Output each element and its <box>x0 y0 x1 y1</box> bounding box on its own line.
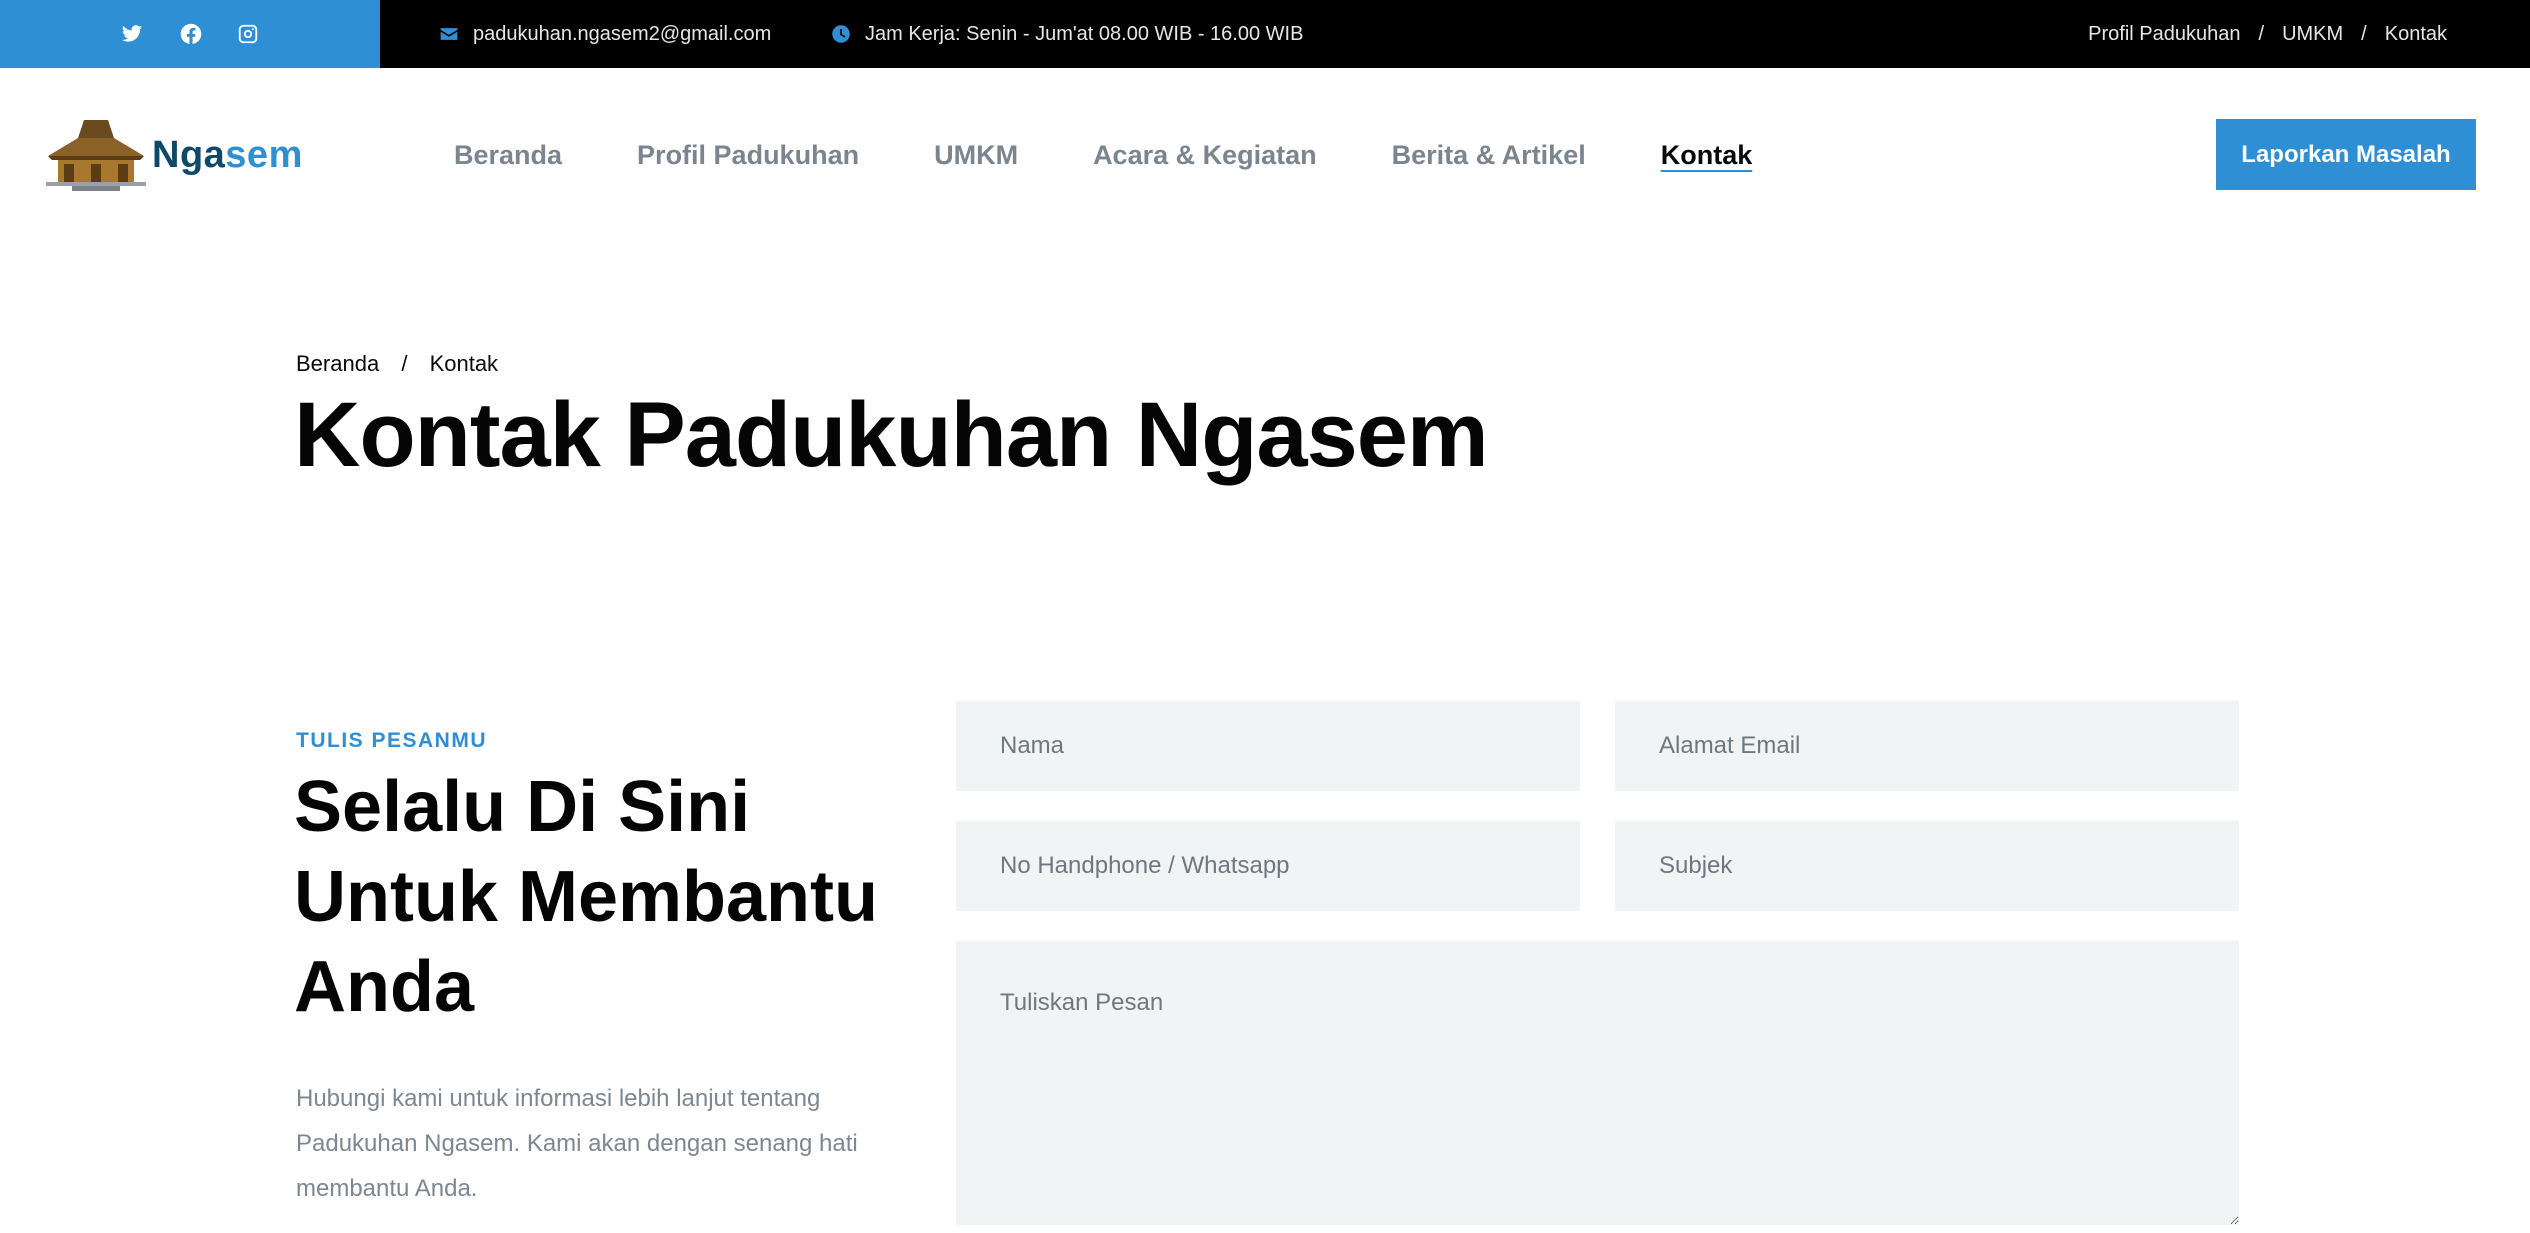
page-title: Kontak Padukuhan Ngasem <box>294 384 1489 486</box>
nav-item-beranda[interactable]: Beranda <box>454 140 562 171</box>
breadcrumb-item-kontak: Kontak <box>429 351 499 376</box>
breadcrumb-separator: / <box>401 351 408 376</box>
topbar-link-separator: / <box>2361 22 2367 45</box>
topbar-hours: Jam Kerja: Senin - Jum'at 08.00 WIB - 16… <box>831 0 1303 68</box>
facebook-icon[interactable] <box>177 20 205 48</box>
name-input[interactable] <box>956 701 1580 791</box>
message-textarea[interactable] <box>956 941 2239 1225</box>
topbar-link-kontak[interactable]: Kontak <box>2385 23 2447 46</box>
phone-input[interactable] <box>956 821 1580 911</box>
report-problem-button[interactable]: Laporkan Masalah <box>2216 119 2476 190</box>
logo-text-accent: sem <box>225 133 303 176</box>
logo-text: Ngasem <box>152 134 303 177</box>
topbar-email-text: padukuhan.ngasem2@gmail.com <box>473 22 772 45</box>
nav-item-berita-artikel[interactable]: Berita & Artikel <box>1392 140 1586 171</box>
main-nav: Beranda Profil Padukuhan UMKM Acara & Ke… <box>454 68 1827 243</box>
top-bar: padukuhan.ngasem2@gmail.com Jam Kerja: S… <box>0 0 2530 68</box>
site-logo[interactable]: Ngasem <box>44 118 303 192</box>
joglo-house-icon <box>46 120 146 191</box>
twitter-icon[interactable] <box>118 20 146 48</box>
topbar-link-separator: / <box>2258 22 2265 45</box>
email-input[interactable] <box>1615 701 2239 791</box>
topbar-link-profil[interactable]: Profil Padukuhan <box>2088 23 2240 46</box>
section-heading: Selalu Di Sini Untuk Membantu Anda <box>294 767 878 1027</box>
logo-text-primary: Nga <box>152 133 226 176</box>
nav-item-acara-kegiatan[interactable]: Acara & Kegiatan <box>1093 140 1317 171</box>
nav-item-profil-padukuhan[interactable]: Profil Padukuhan <box>637 140 859 171</box>
envelope-icon <box>440 28 458 40</box>
main-header: Ngasem Beranda Profil Padukuhan UMKM Aca… <box>0 68 2530 243</box>
section-eyebrow: TULIS PESANMU <box>296 729 488 752</box>
topbar-hours-text: Jam Kerja: Senin - Jum'at 08.00 WIB - 16… <box>865 22 1304 45</box>
nav-item-umkm[interactable]: UMKM <box>934 140 1018 171</box>
topbar-links: Profil Padukuhan / UMKM / Kontak <box>2088 0 2447 68</box>
topbar-link-umkm[interactable]: UMKM <box>2282 23 2343 46</box>
nav-item-kontak[interactable]: Kontak <box>1661 140 1753 171</box>
subject-input[interactable] <box>1615 821 2239 911</box>
clock-icon <box>832 25 850 43</box>
social-links <box>0 0 380 68</box>
topbar-email[interactable]: padukuhan.ngasem2@gmail.com <box>439 0 771 68</box>
breadcrumb-item-beranda[interactable]: Beranda <box>296 351 379 376</box>
instagram-icon[interactable] <box>234 20 262 48</box>
section-description: Hubungi kami untuk informasi lebih lanju… <box>296 1085 858 1202</box>
breadcrumb: Beranda / Kontak <box>296 351 498 377</box>
